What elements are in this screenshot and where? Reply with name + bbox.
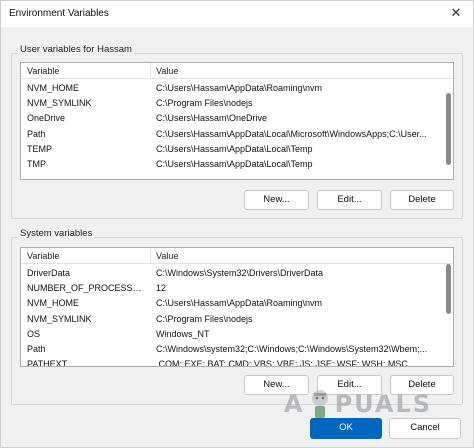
variable-value-cell: C:\Users\Hassam\OneDrive (156, 113, 268, 124)
variable-value-cell: C:\Windows\System32\Drivers\DriverData (156, 268, 324, 278)
environment-variables-dialog: Environment Variables ✕ User variables f… (0, 0, 474, 448)
variable-name-cell: NVM_HOME (27, 83, 80, 93)
close-button[interactable]: ✕ (445, 3, 467, 23)
variable-name-cell: TEMP (27, 143, 53, 154)
variable-name-cell: NVM_SYMLINK (27, 98, 92, 109)
variable-name-cell: OS (27, 328, 41, 339)
user-new-button[interactable]: New... (244, 190, 309, 210)
system-list-scrollbar[interactable] (446, 264, 451, 314)
watermark-text-left: A (284, 390, 305, 418)
variable-name-cell: NVM_HOME (27, 298, 80, 309)
variable-value-cell: C:\Users\Hassam\AppData\Local\Temp (156, 143, 313, 154)
cancel-button[interactable]: Cancel (389, 418, 461, 439)
variable-value-cell: Windows_NT (156, 328, 210, 339)
variable-value-cell: .COM;.EXE;.BAT;.CMD;.VBS;.VBE;.JS;.JSE;.… (156, 359, 408, 367)
variable-name-cell: NUMBER_OF_PROCESSORS (27, 283, 147, 294)
table-row[interactable]: NVM_HOME C:\Users\Hassam\AppData\Roaming\… (21, 296, 443, 311)
close-icon: ✕ (450, 5, 462, 20)
column-header-variable[interactable]: Variable (27, 66, 59, 76)
table-row[interactable]: PATHEXT .COM;.EXE;.BAT;.CMD;.VBS;.VBE;.JS… (21, 357, 443, 367)
variable-value-cell: C:\Users\Hassam\AppData\Roaming\nvm (156, 83, 323, 93)
watermark-text-right: PUALS (334, 390, 433, 418)
variable-value-cell: C:\Users\Hassam\AppData\Local\Microsoft\… (156, 128, 427, 139)
title-bar: Environment Variables ✕ (1, 1, 473, 27)
column-header-value[interactable]: Value (156, 251, 178, 261)
variable-value-cell: C:\Program Files\nodejs (156, 98, 253, 109)
user-variables-label: User variables for Hassam (18, 44, 134, 55)
table-row[interactable]: DriverData C:\Windows\System32\Drivers\Dr… (21, 266, 443, 281)
variable-name-cell: NVM_SYMLINK (27, 313, 92, 324)
variable-value-cell: 12 (156, 283, 167, 294)
appuals-watermark: A PUALS (284, 387, 432, 421)
table-row[interactable]: TMP C:\Users\Hassam\AppData\Local\Temp (21, 157, 443, 172)
user-edit-button[interactable]: Edit... (317, 190, 382, 210)
variable-value-cell: C:\Windows\system32;C:\Windows;C:\Window… (156, 344, 428, 354)
table-row[interactable]: NVM_HOME C:\Users\Hassam\AppData\Roaming\… (21, 81, 443, 96)
variable-name-cell: DriverData (27, 268, 71, 278)
variable-value-cell: C:\Users\Hassam\AppData\Roaming\nvm (156, 298, 323, 309)
window-title: Environment Variables (9, 8, 109, 19)
variable-value-cell: C:\Program Files\nodejs (156, 313, 253, 324)
system-list-header: Variable Value (21, 248, 453, 264)
table-row[interactable]: NVM_SYMLINK C:\Program Files\nodejs (21, 312, 443, 327)
system-variables-label: System variables (18, 228, 95, 239)
column-header-value[interactable]: Value (156, 66, 178, 76)
user-list-scrollbar[interactable] (446, 93, 451, 165)
variable-name-cell: Path (27, 344, 46, 354)
user-variables-list[interactable]: Variable Value NVM_HOME C:\Users\Hassam\A… (20, 62, 454, 180)
table-row[interactable]: NVM_SYMLINK C:\Program Files\nodejs (21, 96, 443, 111)
column-divider[interactable] (150, 248, 151, 264)
column-divider[interactable] (150, 63, 151, 79)
variable-name-cell: Path (27, 128, 46, 139)
user-list-header: Variable Value (21, 63, 453, 79)
table-row[interactable]: OneDrive C:\Users\Hassam\OneDrive (21, 111, 443, 126)
variable-name-cell: OneDrive (27, 113, 66, 124)
system-variables-list[interactable]: Variable Value DriverData C:\Windows\Syst… (20, 247, 454, 367)
table-row[interactable]: OS Windows_NT (21, 327, 443, 342)
table-row[interactable]: NUMBER_OF_PROCESSORS 12 (21, 281, 443, 296)
mascot-icon (307, 389, 333, 419)
ok-button[interactable]: OK (310, 418, 382, 439)
variable-value-cell: C:\Users\Hassam\AppData\Local\Temp (156, 159, 313, 169)
column-header-variable[interactable]: Variable (27, 251, 59, 261)
user-delete-button[interactable]: Delete (390, 190, 454, 210)
table-row[interactable]: Path C:\Users\Hassam\AppData\Local\Micros… (21, 127, 443, 142)
variable-name-cell: TMP (27, 159, 46, 169)
table-row[interactable]: TEMP C:\Users\Hassam\AppData\Local\Temp (21, 142, 443, 157)
table-row[interactable]: Path C:\Windows\system32;C:\Windows;C:\Wi… (21, 342, 443, 357)
variable-name-cell: PATHEXT (27, 359, 68, 367)
